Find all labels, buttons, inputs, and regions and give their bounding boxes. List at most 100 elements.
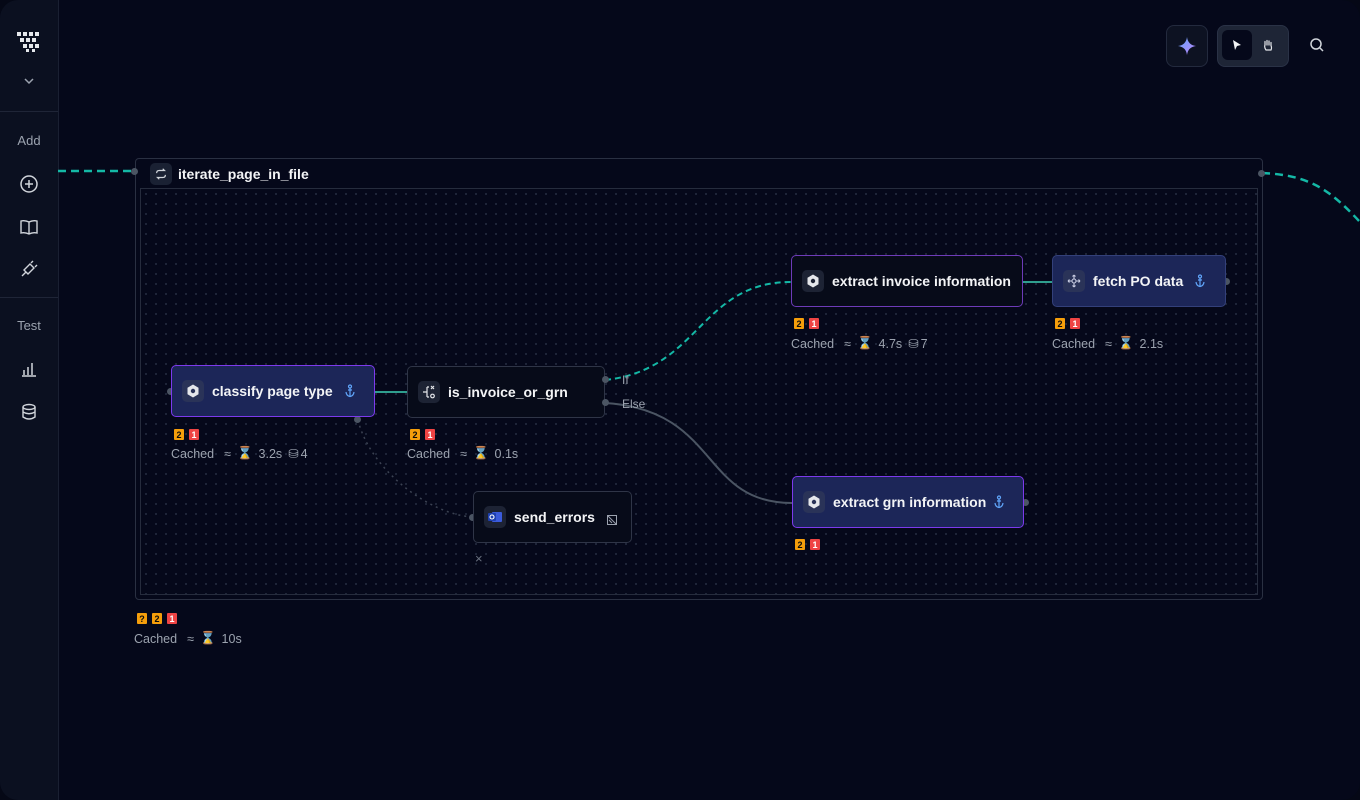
- canvas-mode-toggle: [1217, 25, 1289, 67]
- anchor-icon: [992, 495, 1006, 509]
- duration: 4.7s: [878, 336, 903, 351]
- warning-count-badge: 2: [410, 429, 420, 440]
- book-icon[interactable]: [19, 217, 39, 237]
- if-output-port[interactable]: [602, 376, 609, 383]
- ai-assistant-button[interactable]: [1166, 25, 1208, 67]
- loop-group-title: iterate_page_in_file: [178, 166, 309, 182]
- node-run-meta: Cached ≈ ⌛ 4.7s ⛁ 7: [791, 336, 928, 351]
- token-icon: ⛁: [908, 337, 919, 351]
- token-count: 7: [920, 336, 928, 351]
- cached-label: Cached: [134, 631, 178, 646]
- node-fetch-po-data[interactable]: fetch PO data: [1052, 255, 1226, 307]
- disabled-icon: [606, 512, 617, 525]
- sparkle-icon: [1178, 37, 1196, 55]
- warning-count-badge: 2: [795, 539, 805, 550]
- hexagon-icon: [802, 270, 824, 292]
- node-extract-invoice-information[interactable]: extract invoice information: [791, 255, 1023, 307]
- if-branch-label: If: [622, 373, 629, 387]
- sidebar-section-test: Test: [17, 318, 41, 333]
- approx-symbol: ≈: [460, 446, 467, 461]
- duration: 3.2s: [258, 446, 283, 461]
- node-is-invoice-or-grn[interactable]: is_invoice_or_grn: [407, 366, 605, 418]
- hourglass-icon: ⌛: [1117, 336, 1134, 350]
- error-count-badge: 1: [167, 613, 177, 624]
- token-count: 4: [300, 446, 308, 461]
- node-run-meta: Cached ≈ ⌛ 0.1s: [407, 446, 518, 461]
- bar-chart-icon[interactable]: [19, 359, 39, 379]
- group-status-badges: ? 2 1: [137, 613, 177, 624]
- status-badges: 2 1: [174, 429, 199, 440]
- cached-label: Cached: [171, 446, 215, 461]
- else-branch-label: Else: [622, 397, 646, 411]
- hourglass-icon: ⌛: [856, 336, 873, 350]
- sidebar-divider: [0, 111, 58, 112]
- hexagon-icon: [803, 491, 825, 513]
- database-icon[interactable]: [19, 402, 39, 422]
- warning-count-badge: 2: [794, 318, 804, 329]
- move-icon: [1063, 270, 1085, 292]
- node-run-meta: Cached ≈ ⌛ 2.1s: [1052, 336, 1163, 351]
- loop-icon: [150, 163, 172, 185]
- anchor-icon: [1193, 274, 1207, 288]
- warning-count-badge: 2: [174, 429, 184, 440]
- status-badges: 2 1: [794, 318, 819, 329]
- hourglass-icon: ⌛: [236, 446, 253, 460]
- warning-count-badge: 2: [1055, 318, 1065, 329]
- node-label: fetch PO data: [1093, 273, 1184, 289]
- loop-group-header[interactable]: iterate_page_in_file: [150, 162, 309, 186]
- duration: 10s: [221, 631, 242, 646]
- cached-label: Cached: [1052, 336, 1096, 351]
- hexagon-icon: [182, 380, 204, 402]
- app-frame: Add Test iterate_page_in_file classify p…: [0, 0, 1360, 800]
- cached-label: Cached: [791, 336, 835, 351]
- plug-icon[interactable]: [19, 259, 39, 279]
- error-count-badge: 1: [189, 429, 199, 440]
- anchor-icon: [343, 384, 357, 398]
- cursor-icon: [1233, 40, 1241, 50]
- warning-count-badge: 2: [152, 613, 162, 624]
- node-label: extract invoice information: [832, 273, 1011, 289]
- pan-mode-button[interactable]: [1253, 30, 1283, 60]
- select-mode-button[interactable]: [1222, 30, 1252, 60]
- group-output-port[interactable]: [1258, 170, 1265, 177]
- node-label: send_errors: [514, 509, 595, 525]
- outlook-icon: [484, 506, 506, 528]
- group-input-port[interactable]: [131, 168, 138, 175]
- node-send-errors[interactable]: send_errors: [473, 491, 632, 543]
- hourglass-icon: ⌛: [472, 446, 489, 460]
- node-extract-grn-information[interactable]: extract grn information: [792, 476, 1024, 528]
- error-count-badge: 1: [425, 429, 435, 440]
- hand-icon: [1264, 39, 1273, 51]
- node-label: classify page type: [212, 383, 333, 399]
- approx-symbol: ≈: [844, 336, 851, 351]
- approx-symbol: ≈: [1105, 336, 1112, 351]
- error-count-badge: 1: [810, 539, 820, 550]
- sidebar: Add Test: [0, 0, 59, 800]
- branch-icon: [418, 381, 440, 403]
- duration: 2.1s: [1139, 336, 1164, 351]
- node-label: is_invoice_or_grn: [448, 384, 568, 400]
- remove-edge-icon[interactable]: ×: [475, 551, 483, 566]
- approx-symbol: ≈: [187, 631, 194, 646]
- add-node-icon[interactable]: [19, 174, 39, 194]
- chevron-down-icon[interactable]: [21, 74, 37, 88]
- else-output-port[interactable]: [602, 399, 609, 406]
- sidebar-divider: [0, 297, 58, 298]
- node-run-meta: Cached ≈ ⌛ 3.2s ⛁ 4: [171, 446, 308, 461]
- cached-label: Cached: [407, 446, 451, 461]
- sidebar-section-add: Add: [17, 133, 41, 148]
- hourglass-icon: ⌛: [199, 631, 216, 645]
- node-label: extract grn information: [833, 494, 987, 510]
- error-port[interactable]: [354, 416, 361, 423]
- status-badges: 2 1: [795, 539, 820, 550]
- logo-icon[interactable]: [17, 32, 41, 52]
- error-count-badge: 1: [1070, 318, 1080, 329]
- error-count-badge: 1: [809, 318, 819, 329]
- group-run-meta: Cached ≈ ⌛ 10s: [134, 631, 242, 646]
- status-badges: 2 1: [1055, 318, 1080, 329]
- status-badges: 2 1: [410, 429, 435, 440]
- approx-symbol: ≈: [224, 446, 231, 461]
- node-classify-page-type[interactable]: classify page type: [171, 365, 375, 417]
- search-icon[interactable]: [1307, 35, 1327, 55]
- duration: 0.1s: [494, 446, 519, 461]
